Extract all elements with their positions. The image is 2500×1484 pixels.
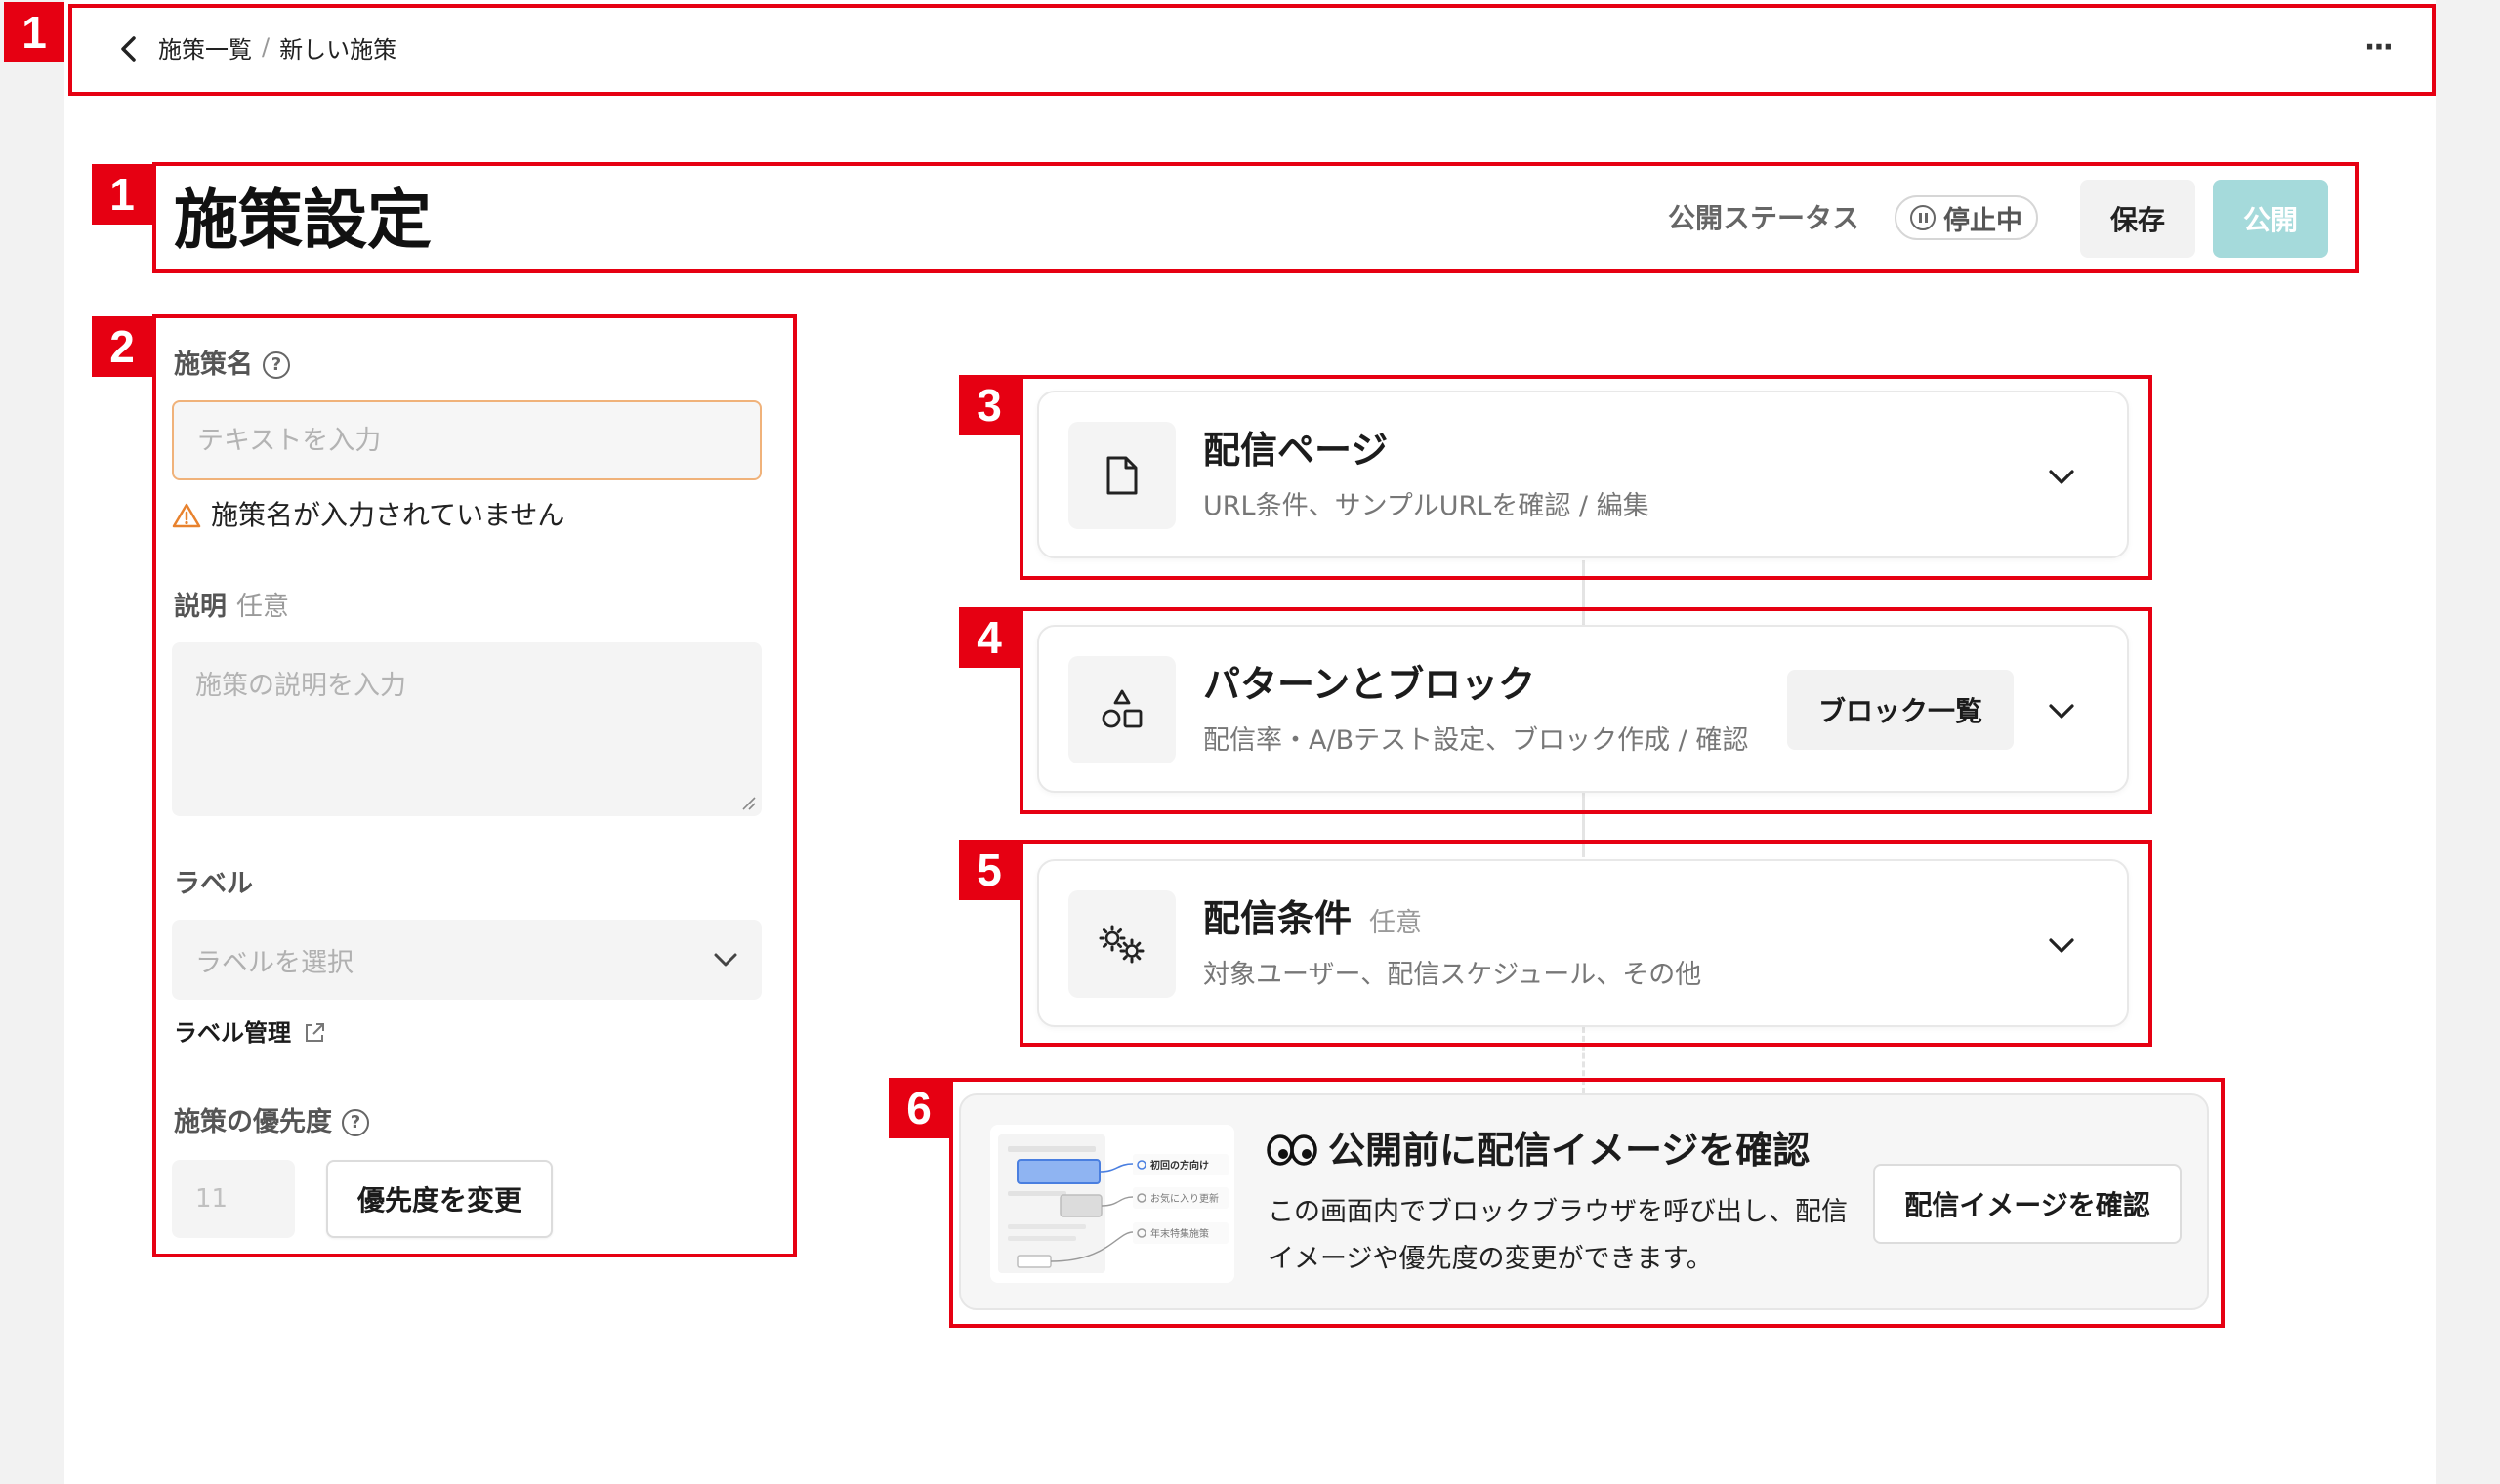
annotation-number-1b: 1 [92,164,152,225]
annotation-box-1b [152,162,2359,273]
annotation-number-4: 4 [959,607,1020,668]
annotation-box-1 [68,4,2436,96]
annotation-number-6: 6 [889,1078,949,1138]
annotation-number-1: 1 [4,2,64,62]
annotation-box-4 [1020,607,2152,814]
annotation-number-2: 2 [92,316,152,377]
annotation-number-5: 5 [959,840,1020,900]
annotation-box-6 [949,1078,2225,1328]
annotation-box-2 [152,314,797,1257]
annotation-box-3 [1020,375,2152,580]
annotation-box-5 [1020,840,2152,1047]
annotation-number-3: 3 [959,375,1020,435]
